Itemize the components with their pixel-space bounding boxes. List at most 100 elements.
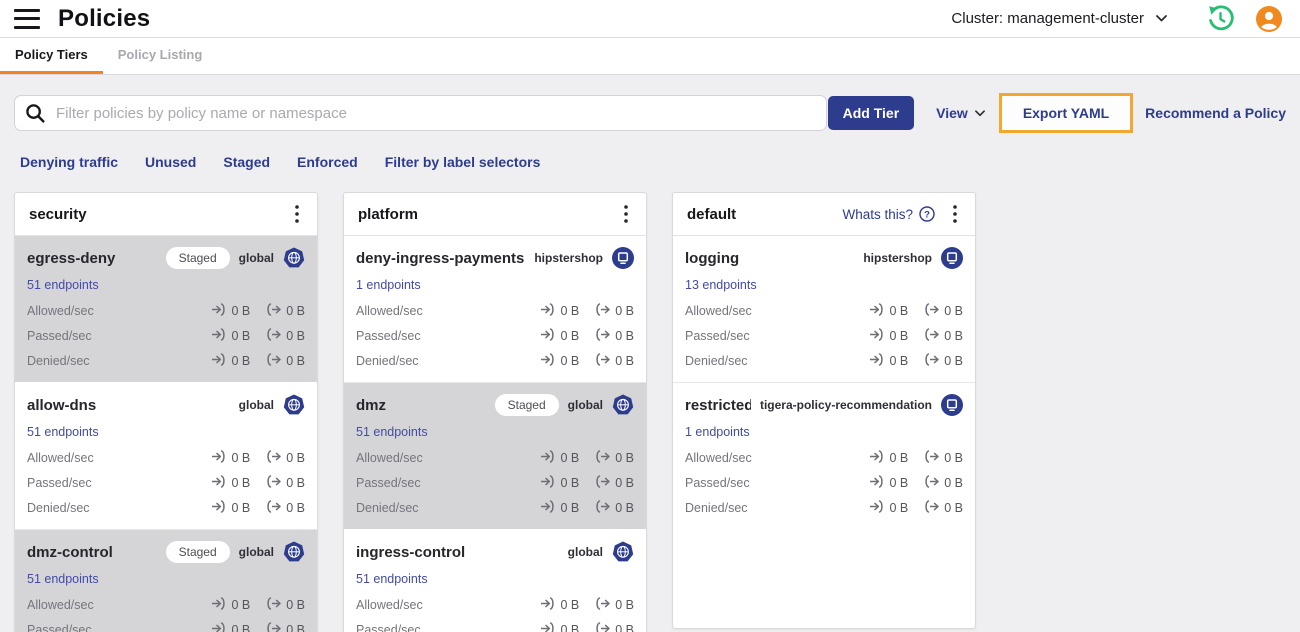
egress-icon	[266, 450, 281, 466]
metric-row: Passed/sec 0 B 0 B	[27, 622, 305, 632]
policy-scope: global	[567, 398, 603, 412]
metric-row: Denied/sec 0 B 0 B	[685, 500, 963, 516]
view-button[interactable]: View	[936, 105, 985, 121]
metric-label: Passed/sec	[356, 329, 421, 343]
policy-scope: global	[238, 545, 274, 559]
export-yaml-button[interactable]: Export YAML	[1023, 105, 1109, 121]
filter-by-label-selectors[interactable]: Filter by label selectors	[385, 154, 541, 170]
filter-denying-traffic[interactable]: Denying traffic	[20, 154, 118, 170]
egress-value: 0 B	[615, 451, 634, 465]
egress-icon	[595, 475, 610, 491]
policy-name[interactable]: deny-ingress-paymentservi…	[356, 250, 525, 267]
endpoints-link[interactable]: 51 endpoints	[27, 278, 99, 292]
tier-name: default	[687, 205, 737, 223]
top-bar: Policies Cluster: management-cluster	[0, 0, 1300, 38]
ingress-icon	[869, 450, 884, 466]
metric-label: Denied/sec	[356, 501, 419, 515]
ingress-value: 0 B	[560, 304, 580, 318]
hamburger-menu-icon[interactable]	[14, 8, 40, 29]
endpoints-link[interactable]: 51 endpoints	[27, 572, 99, 586]
egress-icon	[924, 475, 939, 491]
endpoints-link[interactable]: 1 endpoints	[685, 425, 750, 439]
policy-name[interactable]: logging	[685, 250, 854, 267]
egress-icon	[266, 500, 281, 516]
policy-card[interactable]: egress-deny Staged global 51 endpoints Allow…	[15, 236, 317, 383]
egress-icon	[595, 303, 610, 319]
ingress-value: 0 B	[889, 501, 909, 515]
policy-scope: global	[238, 398, 274, 412]
egress-icon	[924, 353, 939, 369]
policy-card[interactable]: logging hipstershop 13 endpoints Allowed/se…	[673, 236, 975, 383]
egress-value: 0 B	[286, 501, 305, 515]
egress-icon	[595, 622, 610, 632]
policy-card[interactable]: ingress-control global 51 endpoints Allowed…	[344, 530, 646, 632]
policy-card[interactable]: deny-ingress-paymentservi… hipstershop 1 e…	[344, 236, 646, 383]
egress-icon	[924, 450, 939, 466]
policy-card[interactable]: allow-dns global 51 endpoints Allowed/sec 0 …	[15, 383, 317, 530]
ingress-value: 0 B	[231, 501, 251, 515]
policy-scope: hipstershop	[534, 251, 603, 265]
endpoints-link[interactable]: 13 endpoints	[685, 278, 757, 292]
ingress-value: 0 B	[889, 476, 909, 490]
ingress-icon	[211, 500, 226, 516]
egress-icon	[924, 303, 939, 319]
endpoints-link[interactable]: 51 endpoints	[356, 425, 428, 439]
ingress-value: 0 B	[560, 476, 580, 490]
metric-label: Passed/sec	[356, 623, 421, 632]
ingress-icon	[869, 303, 884, 319]
tier-column-platform: platform deny-ingress-paymentservi… hipste…	[343, 192, 647, 632]
ingress-icon	[540, 597, 555, 613]
egress-value: 0 B	[286, 451, 305, 465]
metric-row: Denied/sec 0 B 0 B	[27, 353, 305, 369]
toolbar: Add Tier View Export YAML Recommend a Po…	[0, 75, 1300, 133]
policy-filter-input[interactable]	[14, 95, 827, 131]
kebab-menu-icon[interactable]	[949, 203, 961, 225]
tier-name: platform	[358, 205, 418, 223]
user-avatar-icon[interactable]	[1256, 5, 1282, 32]
question-icon[interactable]: ?	[919, 206, 935, 222]
policy-name[interactable]: restricted	[685, 397, 751, 414]
policy-card[interactable]: restricted tigera-policy-recommendation 1 …	[673, 383, 975, 529]
whats-this-link[interactable]: Whats this?	[842, 207, 913, 222]
metric-label: Passed/sec	[356, 476, 421, 490]
cluster-selector-label: Cluster: management-cluster	[951, 10, 1144, 27]
metric-label: Denied/sec	[356, 354, 419, 368]
egress-icon	[595, 450, 610, 466]
cluster-selector[interactable]: Cluster: management-cluster	[951, 10, 1167, 27]
tab-policy-tiers[interactable]: Policy Tiers	[0, 38, 103, 74]
policy-name[interactable]: egress-deny	[27, 250, 157, 267]
egress-value: 0 B	[286, 304, 305, 318]
policy-name[interactable]: ingress-control	[356, 544, 559, 561]
filter-enforced[interactable]: Enforced	[297, 154, 358, 170]
metric-label: Allowed/sec	[356, 304, 423, 318]
recommend-policy-button[interactable]: Recommend a Policy	[1145, 105, 1286, 121]
metric-row: Denied/sec 0 B 0 B	[685, 353, 963, 369]
history-icon[interactable]	[1207, 5, 1234, 32]
add-tier-button[interactable]: Add Tier	[827, 96, 915, 130]
egress-icon	[266, 622, 281, 632]
endpoints-link[interactable]: 1 endpoints	[356, 278, 421, 292]
tab-policy-listing[interactable]: Policy Listing	[103, 38, 218, 74]
metric-row: Allowed/sec 0 B 0 B	[27, 303, 305, 319]
filter-staged[interactable]: Staged	[223, 154, 270, 170]
ingress-value: 0 B	[231, 451, 251, 465]
policy-card[interactable]: dmz-control Staged global 51 endpoints Allow…	[15, 530, 317, 632]
ingress-value: 0 B	[231, 598, 251, 612]
policy-scope: global	[567, 545, 603, 559]
egress-icon	[924, 500, 939, 516]
kebab-menu-icon[interactable]	[620, 203, 632, 225]
policy-name[interactable]: dmz	[356, 397, 486, 414]
policy-name[interactable]: allow-dns	[27, 397, 230, 414]
filter-unused[interactable]: Unused	[145, 154, 196, 170]
egress-value: 0 B	[615, 476, 634, 490]
global-icon	[283, 394, 305, 416]
endpoints-link[interactable]: 51 endpoints	[27, 425, 99, 439]
kebab-menu-icon[interactable]	[291, 203, 303, 225]
metric-row: Denied/sec 0 B 0 B	[356, 353, 634, 369]
metric-row: Denied/sec 0 B 0 B	[27, 500, 305, 516]
endpoints-link[interactable]: 51 endpoints	[356, 572, 428, 586]
policy-name[interactable]: dmz-control	[27, 544, 157, 561]
staged-badge: Staged	[494, 394, 559, 416]
tier-column-security: security egress-deny Staged global 51 endpoi…	[14, 192, 318, 632]
policy-card[interactable]: dmz Staged global 51 endpoints Allowed/sec 0 …	[344, 383, 646, 530]
